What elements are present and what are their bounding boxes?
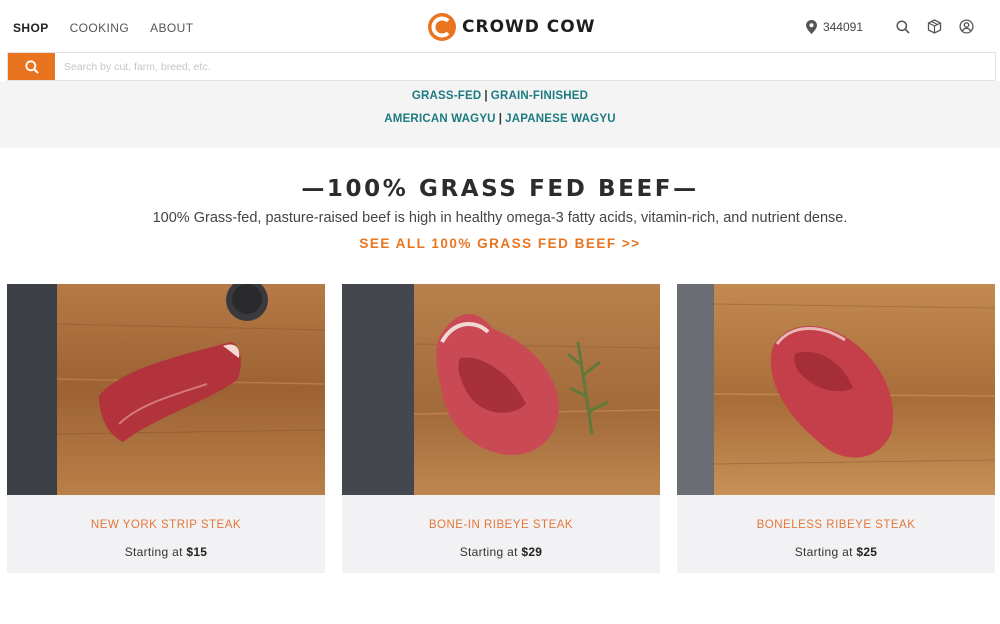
product-card[interactable]: NEW YORK STRIP STEAK Starting at $15 — [7, 284, 325, 573]
price-prefix: Starting at — [124, 545, 183, 559]
section-description: 100% Grass-fed, pasture-raised beef is h… — [152, 210, 848, 226]
account-button[interactable] — [959, 19, 974, 34]
search-input[interactable] — [55, 53, 995, 80]
product-image-boneless-ribeye — [677, 284, 995, 495]
brand-name: CROWD COW — [462, 17, 596, 37]
search-bar — [7, 52, 996, 81]
category-separator: | — [484, 90, 488, 102]
product-price: Starting at $15 — [7, 545, 325, 559]
zip-code: 344091 — [822, 19, 863, 34]
category-strip: GRASS-FED | GRAIN-FINISHED AMERICAN WAGYU |… — [0, 81, 1000, 148]
category-grain-finished[interactable]: GRAIN-FINISHED — [491, 90, 588, 102]
header-search-button[interactable] — [896, 19, 910, 34]
category-row: AMERICAN WAGYU | JAPANESE WAGYU — [0, 113, 1000, 125]
product-card[interactable]: BONE-IN RIBEYE STEAK Starting at $29 — [342, 284, 660, 573]
category-row: GRASS-FED | GRAIN-FINISHED — [0, 90, 1000, 102]
nav-about[interactable]: ABOUT — [150, 21, 193, 35]
brand-logo[interactable]: CROWD COW — [427, 12, 595, 42]
zip-selector[interactable]: 344091 — [805, 19, 863, 34]
nav-shop[interactable]: SHOP — [13, 21, 49, 35]
product-name: NEW YORK STRIP STEAK — [90, 519, 242, 531]
product-card[interactable]: BONELESS RIBEYE STEAK Starting at $25 — [677, 284, 995, 573]
price-value: $25 — [856, 545, 878, 559]
category-american-wagyu[interactable]: AMERICAN WAGYU — [384, 113, 495, 125]
product-price: Starting at $29 — [342, 545, 660, 559]
price-value: $15 — [186, 545, 208, 559]
account-icon — [959, 19, 974, 34]
location-pin-icon — [805, 19, 817, 34]
search-icon — [896, 19, 910, 34]
see-all-link[interactable]: SEE ALL 100% GRASS FED BEEF >> — [0, 236, 1000, 251]
main-nav: SHOP COOKING ABOUT — [13, 21, 214, 35]
price-value: $29 — [521, 545, 543, 559]
product-name: BONELESS RIBEYE STEAK — [756, 519, 916, 531]
price-prefix: Starting at — [794, 545, 853, 559]
product-image-bone-in-ribeye — [342, 284, 660, 495]
nav-cooking[interactable]: COOKING — [70, 21, 129, 35]
product-name: BONE-IN RIBEYE STEAK — [428, 519, 574, 531]
box-icon — [927, 19, 942, 34]
product-image-new-york-strip — [7, 284, 325, 495]
section-title: —100% GRASS FED BEEF— — [301, 176, 699, 202]
price-prefix: Starting at — [459, 545, 518, 559]
category-grass-fed[interactable]: GRASS-FED — [412, 90, 482, 102]
category-separator: | — [498, 113, 503, 125]
site-header: SHOP COOKING ABOUT CROWD COW 344091 — [0, 0, 1000, 52]
orders-box-button[interactable] — [927, 19, 942, 34]
crowd-cow-logo-icon — [428, 13, 456, 41]
category-japanese-wagyu[interactable]: JAPANESE WAGYU — [505, 113, 616, 125]
search-icon — [24, 59, 39, 74]
search-button[interactable] — [8, 53, 55, 80]
product-price: Starting at $25 — [677, 545, 995, 559]
header-tools: 344091 — [805, 19, 974, 34]
